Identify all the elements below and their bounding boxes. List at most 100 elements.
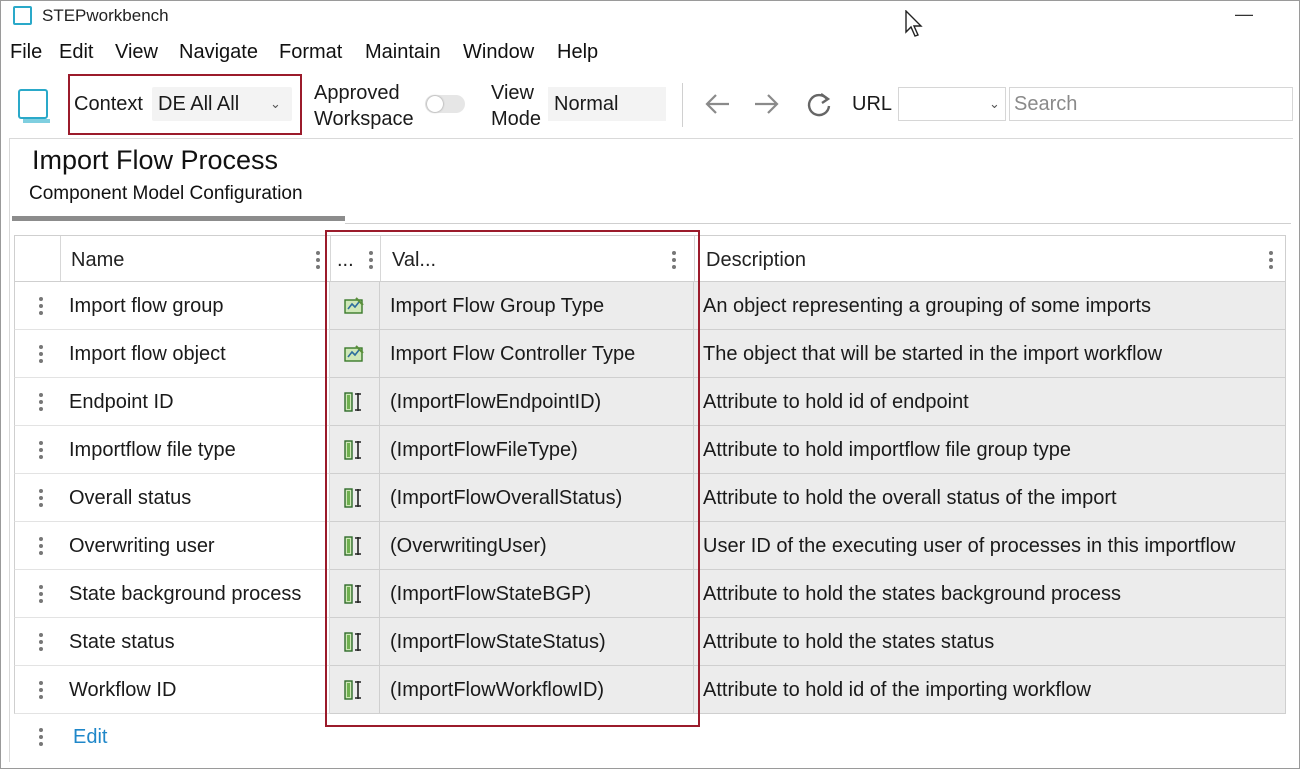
cell-description[interactable]: Attribute to hold importflow file group … (694, 426, 1286, 474)
column-icon-label: ... (337, 249, 354, 271)
menu-help[interactable]: Help (557, 41, 598, 64)
cell-name[interactable]: Importflow file type (60, 426, 330, 474)
chevron-down-icon: ⌄ (989, 96, 1000, 111)
cell-value[interactable]: (ImportFlowOverallStatus) (380, 474, 694, 522)
attribute-icon (344, 439, 364, 461)
menu-edit[interactable]: Edit (59, 41, 93, 64)
table-row[interactable]: Endpoint ID (ImportFlowEndpointID) Attribu… (14, 378, 1286, 426)
workbench-logo-icon[interactable] (18, 89, 50, 123)
tab-divider (345, 223, 1291, 224)
table-row[interactable]: Overwriting user (OverwritingUser) User ID… (14, 522, 1286, 570)
row-handle[interactable] (14, 474, 60, 522)
cell-value[interactable]: Import Flow Controller Type (380, 330, 694, 378)
cell-value[interactable]: (ImportFlowStateStatus) (380, 618, 694, 666)
row-handle-icon[interactable] (39, 441, 43, 462)
url-dropdown[interactable]: ⌄ (898, 87, 1006, 121)
table-row[interactable]: State background process (ImportFlowState… (14, 570, 1286, 618)
row-description: An object representing a grouping of som… (703, 295, 1152, 317)
cell-name[interactable]: Workflow ID (60, 666, 330, 714)
tab-component-model-configuration[interactable]: Component Model Configuration (29, 183, 303, 205)
cell-description[interactable]: Attribute to hold the states background … (694, 570, 1286, 618)
search-input[interactable] (1009, 87, 1293, 121)
edit-link[interactable]: Edit (73, 726, 107, 749)
menu-file[interactable]: File (10, 41, 42, 64)
back-arrow-icon[interactable] (703, 91, 731, 121)
cell-description[interactable]: Attribute to hold the states status (694, 618, 1286, 666)
toolbar: Context DE All All ⌄ Approved Workspace … (1, 71, 1299, 137)
page-title: Import Flow Process (32, 145, 279, 175)
url-label: URL (852, 93, 893, 115)
row-handle-icon[interactable] (39, 728, 43, 749)
forward-arrow-icon[interactable] (753, 91, 781, 121)
row-handle[interactable] (14, 378, 60, 426)
cell-description[interactable]: User ID of the executing user of process… (694, 522, 1286, 570)
row-handle-icon[interactable] (39, 297, 43, 318)
row-handle-icon[interactable] (39, 681, 43, 702)
cell-description[interactable]: An object representing a grouping of som… (694, 282, 1286, 330)
row-handle[interactable] (14, 618, 60, 666)
cell-description[interactable]: Attribute to hold the overall status of … (694, 474, 1286, 522)
cell-value[interactable]: Import Flow Group Type (380, 282, 694, 330)
cell-name[interactable]: Endpoint ID (60, 378, 330, 426)
row-handle-icon[interactable] (39, 393, 43, 414)
row-handle-icon[interactable] (39, 633, 43, 654)
column-menu-icon[interactable] (672, 251, 676, 272)
column-header-value[interactable]: Val... (381, 236, 695, 281)
refresh-icon[interactable] (805, 91, 833, 123)
cell-name[interactable]: Import flow object (60, 330, 330, 378)
cell-description[interactable]: Attribute to hold id of the importing wo… (694, 666, 1286, 714)
row-handle[interactable] (14, 426, 60, 474)
menu-maintain[interactable]: Maintain (365, 41, 441, 64)
table-row[interactable]: State status (ImportFlowStateStatus) Attri… (14, 618, 1286, 666)
row-handle[interactable] (14, 282, 60, 330)
menu-window[interactable]: Window (463, 41, 534, 64)
table-row[interactable]: Workflow ID (ImportFlowWorkflowID) Attribu… (14, 666, 1286, 714)
row-value: (ImportFlowOverallStatus) (390, 487, 623, 509)
cell-value[interactable]: (ImportFlowWorkflowID) (380, 666, 694, 714)
view-mode-field[interactable]: Normal (548, 87, 666, 121)
row-handle[interactable] (14, 522, 60, 570)
app-window: STEPworkbench — File Edit View Navigate … (0, 0, 1300, 769)
cell-name[interactable]: State background process (60, 570, 330, 618)
cell-description[interactable]: The object that will be started in the i… (694, 330, 1286, 378)
cell-name[interactable]: Import flow group (60, 282, 330, 330)
context-dropdown[interactable]: DE All All ⌄ (152, 87, 292, 121)
row-handle-icon[interactable] (39, 585, 43, 606)
cell-name[interactable]: State status (60, 618, 330, 666)
cell-name[interactable]: Overwriting user (60, 522, 330, 570)
row-handle-icon[interactable] (39, 489, 43, 510)
table-row[interactable]: Import flow group Import Flow Group Type A… (14, 282, 1286, 330)
cell-name[interactable]: Overall status (60, 474, 330, 522)
row-handle-icon[interactable] (39, 345, 43, 366)
cell-value[interactable]: (OverwritingUser) (380, 522, 694, 570)
column-menu-icon[interactable] (316, 251, 320, 272)
column-header-icon[interactable]: ... (331, 236, 381, 281)
menu-navigate[interactable]: Navigate (179, 41, 258, 64)
minimize-button[interactable]: — (1235, 4, 1253, 25)
table-row[interactable]: Import flow object Import Flow Controller… (14, 330, 1286, 378)
column-header-description[interactable]: Description (695, 236, 1285, 281)
cell-type-icon (330, 570, 380, 618)
column-name-label: Name (71, 249, 125, 271)
cell-description[interactable]: Attribute to hold id of endpoint (694, 378, 1286, 426)
row-handle-icon[interactable] (39, 537, 43, 558)
approved-workspace-toggle[interactable] (425, 95, 465, 113)
menu-view[interactable]: View (115, 41, 158, 64)
cell-value[interactable]: (ImportFlowStateBGP) (380, 570, 694, 618)
menu-format[interactable]: Format (279, 41, 342, 64)
cell-value[interactable]: (ImportFlowFileType) (380, 426, 694, 474)
header-handle-cell (15, 236, 61, 281)
active-tab-indicator (12, 216, 345, 221)
column-menu-icon[interactable] (369, 251, 373, 272)
table-row[interactable]: Importflow file type (ImportFlowFileType)… (14, 426, 1286, 474)
row-handle[interactable] (14, 570, 60, 618)
column-menu-icon[interactable] (1269, 251, 1273, 272)
table-row[interactable]: Overall status (ImportFlowOverallStatus) A… (14, 474, 1286, 522)
column-header-name[interactable]: Name (61, 236, 331, 281)
row-description: Attribute to hold the states status (703, 631, 995, 653)
row-handle[interactable] (14, 666, 60, 714)
row-value: (OverwritingUser) (390, 535, 547, 557)
attribute-icon (344, 535, 364, 557)
row-handle[interactable] (14, 330, 60, 378)
cell-value[interactable]: (ImportFlowEndpointID) (380, 378, 694, 426)
